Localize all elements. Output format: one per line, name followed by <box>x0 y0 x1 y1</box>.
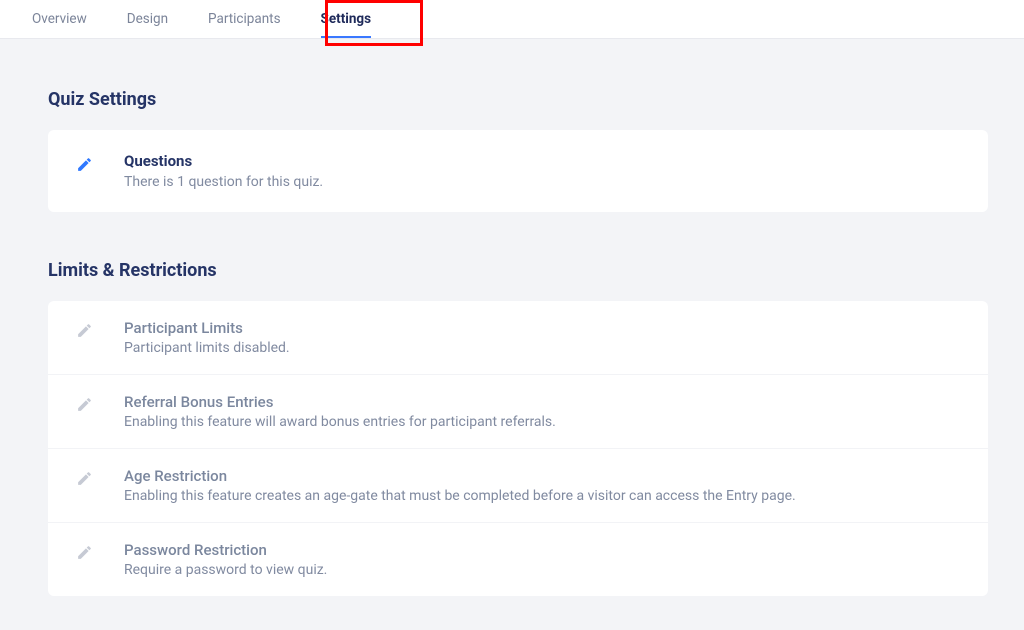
settings-item-desc: Enabling this feature creates an age-gat… <box>124 488 960 504</box>
tab-settings[interactable]: Settings <box>301 1 392 37</box>
settings-item-body: Password Restriction Require a password … <box>124 541 960 578</box>
tab-overview[interactable]: Overview <box>12 1 107 37</box>
settings-item-title: Participant Limits <box>124 319 960 337</box>
settings-item-desc: Require a password to view quiz. <box>124 562 960 578</box>
settings-item-referral-bonus[interactable]: Referral Bonus Entries Enabling this fea… <box>48 375 988 449</box>
settings-item-desc: Enabling this feature will award bonus e… <box>124 414 960 430</box>
settings-item-body: Questions There is 1 question for this q… <box>124 152 960 190</box>
settings-item-title: Questions <box>124 152 960 170</box>
settings-item-body: Participant Limits Participant limits di… <box>124 319 960 356</box>
settings-item-desc: Participant limits disabled. <box>124 340 960 356</box>
pencil-icon <box>76 467 124 487</box>
settings-item-title: Age Restriction <box>124 467 960 485</box>
section-heading-quiz-settings: Quiz Settings <box>48 89 988 110</box>
pencil-icon <box>76 152 124 173</box>
settings-item-participant-limits[interactable]: Participant Limits Participant limits di… <box>48 301 988 375</box>
section-heading-limits: Limits & Restrictions <box>48 260 988 281</box>
limits-card: Participant Limits Participant limits di… <box>48 301 988 596</box>
settings-item-body: Referral Bonus Entries Enabling this fea… <box>124 393 960 430</box>
settings-item-title: Referral Bonus Entries <box>124 393 960 411</box>
settings-item-password-restriction[interactable]: Password Restriction Require a password … <box>48 523 988 596</box>
settings-item-desc: There is 1 question for this quiz. <box>124 174 960 190</box>
pencil-icon <box>76 319 124 339</box>
settings-item-title: Password Restriction <box>124 541 960 559</box>
settings-item-body: Age Restriction Enabling this feature cr… <box>124 467 960 504</box>
settings-item-questions[interactable]: Questions There is 1 question for this q… <box>48 130 988 212</box>
quiz-settings-card: Questions There is 1 question for this q… <box>48 130 988 212</box>
tabs-bar: Overview Design Participants Settings <box>0 0 1024 39</box>
pencil-icon <box>76 393 124 413</box>
settings-item-age-restriction[interactable]: Age Restriction Enabling this feature cr… <box>48 449 988 523</box>
tab-participants[interactable]: Participants <box>188 1 301 37</box>
page-content: Quiz Settings Questions There is 1 quest… <box>0 39 1024 596</box>
tab-design[interactable]: Design <box>107 1 188 37</box>
pencil-icon <box>76 541 124 561</box>
